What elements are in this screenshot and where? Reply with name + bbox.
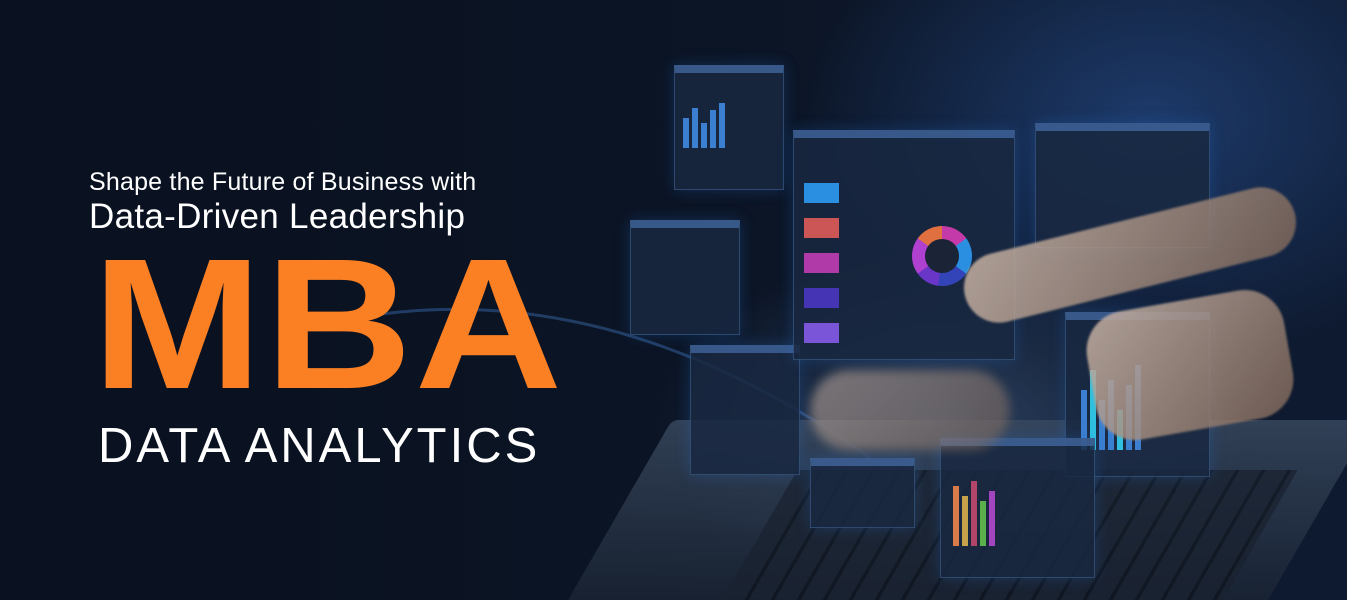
dashboard-panel-main [793, 130, 1015, 360]
typing-hand-image [810, 370, 1010, 450]
dashboard-panel-globe [690, 345, 800, 475]
program-title: DATA ANALYTICS [98, 419, 541, 473]
dashboard-panel-gauges [810, 458, 915, 528]
hero-banner: Shape the Future of Business with Data-D… [0, 0, 1347, 600]
subtitle-line-1: Shape the Future of Business with [89, 168, 477, 196]
main-title: MBA [92, 221, 565, 428]
dashboard-panel-columns [940, 438, 1095, 578]
dashboard-panel-bars [674, 65, 784, 190]
dashboard-panel-map [630, 220, 740, 335]
donut-chart [912, 226, 972, 286]
